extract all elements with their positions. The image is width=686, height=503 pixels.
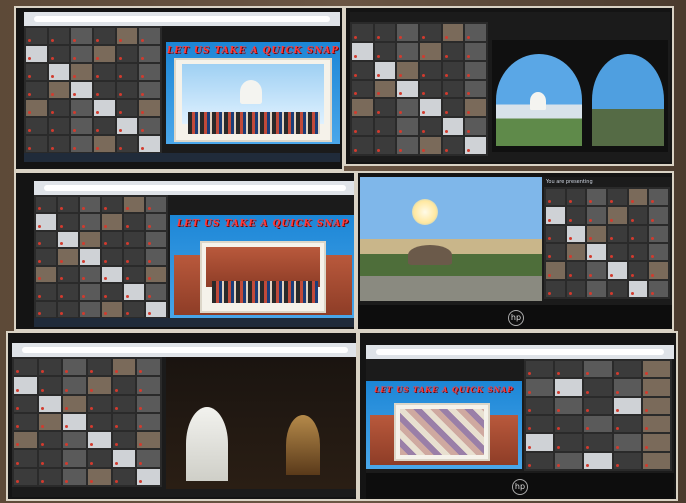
people-group — [188, 112, 320, 134]
browser-bar — [366, 345, 674, 359]
shared-slide: LET US TAKE A QUICK SNAP — [166, 42, 340, 144]
laptop-bezel: hp — [358, 305, 672, 329]
collage-photo-6: LET US TAKE A QUICK SNAP hp — [358, 331, 678, 501]
browser-bar — [24, 12, 340, 26]
photo-collage: LET US TAKE A QUICK SNAP LET US TAKE A Q… — [0, 0, 686, 503]
participant-grid — [24, 26, 162, 154]
participant-grid — [12, 357, 162, 487]
arched-window-view — [492, 40, 668, 152]
participant-grid — [350, 22, 488, 156]
laptop-bezel: hp — [366, 473, 674, 499]
monitor-screen — [12, 343, 356, 497]
participant-grid — [34, 195, 168, 319]
collage-photo-5 — [6, 331, 358, 501]
taskbar — [24, 153, 340, 162]
slide-title: LET US TAKE A QUICK SNAP — [166, 46, 340, 56]
participant-grid — [544, 187, 670, 299]
monitor-screen: LET US TAKE A QUICK SNAP — [24, 12, 340, 162]
photo-frame — [394, 403, 490, 461]
collage-photo-1: LET US TAKE A QUICK SNAP — [14, 6, 344, 171]
presenting-label: You are presenting — [546, 179, 593, 185]
dark-arch-interior — [166, 357, 356, 489]
panorama-view — [360, 177, 542, 301]
monitor-screen: LET US TAKE A QUICK SNAP — [34, 181, 354, 327]
monitor-screen: LET US TAKE A QUICK SNAP — [366, 345, 674, 473]
taskbar — [34, 318, 354, 327]
photo-frame — [200, 241, 326, 313]
collage-photo-3: LET US TAKE A QUICK SNAP — [14, 171, 356, 331]
slide-title: LET US TAKE A QUICK SNAP — [374, 385, 514, 394]
monitor-screen: You are presenting — [360, 177, 672, 305]
collage-photo-4: You are presenting hp — [356, 171, 674, 331]
browser-bar — [34, 181, 354, 195]
monitor-screen — [350, 12, 670, 162]
browser-bar — [12, 343, 356, 357]
taj-mahal-dome — [530, 92, 546, 110]
shared-slide: LET US TAKE A QUICK SNAP — [366, 381, 522, 469]
taj-mahal-dome — [240, 80, 262, 104]
hp-logo-icon: hp — [508, 310, 524, 326]
collage-photo-2 — [344, 6, 674, 166]
participant-grid — [524, 359, 672, 471]
slide-title: LET US TAKE A QUICK SNAP — [176, 219, 350, 229]
shared-slide: LET US TAKE A QUICK SNAP — [170, 215, 354, 323]
photo-frame — [174, 58, 332, 142]
hp-logo-icon: hp — [512, 479, 528, 495]
people-group — [212, 281, 318, 303]
